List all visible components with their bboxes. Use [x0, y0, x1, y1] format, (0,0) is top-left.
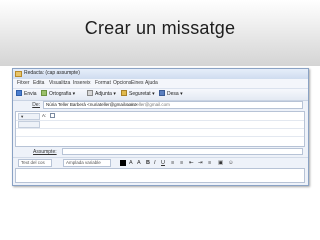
spelling-button[interactable]: Ortografia ▾ — [41, 90, 75, 99]
attach-button[interactable]: Adjunta ▾ — [87, 90, 116, 99]
align-icon[interactable]: ≡ — [208, 159, 211, 167]
spellcheck-icon — [41, 90, 47, 96]
paragraph-style-value: Text del cos — [21, 160, 45, 165]
slide-title-bar: Crear un missatge — [0, 0, 320, 66]
font-larger-button[interactable]: A — [137, 159, 141, 167]
from-account: nuriateller@gmail.com — [125, 102, 170, 107]
menu-file[interactable]: Fitxer — [17, 80, 30, 86]
compose-icon — [15, 71, 22, 77]
font-select[interactable]: Amplada variable — [63, 159, 111, 167]
emoticon-icon[interactable]: ☺ — [228, 159, 234, 167]
menu-view[interactable]: Visualitza — [49, 80, 70, 86]
paragraph-style-select[interactable]: Text del cos — [18, 159, 52, 167]
recipient-divider — [16, 128, 304, 129]
from-row: De: Núria Teller Barberà <nuriateller@gm… — [13, 101, 308, 110]
recipient-type-select-2[interactable] — [18, 121, 40, 128]
security-button[interactable]: Seguretat ▾ — [121, 90, 155, 99]
attach-label: Adjunta — [95, 91, 112, 97]
menu-insert[interactable]: Insereix — [73, 80, 91, 86]
main-toolbar: Envia Ortografia ▾ Adjunta ▾ Seguretat ▾… — [13, 89, 308, 101]
bullet-list-icon[interactable]: ≡ — [171, 159, 174, 167]
subject-label: Assumpte: — [33, 149, 57, 155]
compose-window: Redacta: (cap assumpte) Fitxer Edita Vis… — [12, 68, 309, 186]
outdent-icon[interactable]: ⇤ — [189, 159, 194, 167]
menu-help[interactable]: Ajuda — [145, 80, 158, 86]
window-titlebar: Redacta: (cap assumpte) — [13, 69, 308, 79]
spelling-label: Ortografia — [49, 91, 72, 97]
menu-edit[interactable]: Edita — [33, 80, 44, 86]
save-button[interactable]: Desa ▾ — [159, 90, 183, 99]
recipients-area[interactable]: ▾ A: — [15, 111, 305, 147]
menu-bar: Fitxer Edita Visualitza Insereix Format … — [13, 79, 308, 89]
subject-row: Assumpte: — [13, 148, 308, 156]
message-body[interactable] — [15, 168, 305, 183]
subject-input[interactable] — [62, 148, 303, 155]
send-button[interactable]: Envia — [16, 90, 37, 99]
menu-tools[interactable]: Eines — [131, 80, 144, 86]
recipient-type-select[interactable]: ▾ — [18, 113, 40, 120]
font-value: Amplada variable — [66, 160, 101, 165]
underline-button[interactable]: U — [161, 159, 165, 167]
menu-format[interactable]: Format — [95, 80, 111, 86]
lock-icon — [121, 90, 127, 96]
italic-button[interactable]: I — [154, 159, 156, 167]
text-color-swatch[interactable] — [120, 160, 126, 166]
indent-icon[interactable]: ⇥ — [198, 159, 203, 167]
from-value: Núria Teller Barberà <nuriateller@gmail.… — [46, 102, 138, 107]
send-icon — [16, 90, 22, 96]
format-toolbar: Text del cos Amplada variable A A B I U … — [13, 157, 308, 168]
bold-button[interactable]: B — [146, 159, 150, 167]
recipient-divider — [16, 120, 304, 121]
window-title: Redacta: (cap assumpte) — [24, 70, 80, 76]
numbered-list-icon[interactable]: ≡ — [180, 159, 183, 167]
from-label: De: — [32, 102, 40, 108]
slide-title: Crear un missatge — [84, 18, 236, 38]
paperclip-icon — [87, 90, 93, 96]
menu-options[interactable]: Opcions — [113, 80, 131, 86]
recipient-type-label: A: — [42, 113, 47, 118]
save-icon — [159, 90, 165, 96]
send-label: Envia — [24, 91, 37, 97]
security-label: Seguretat — [129, 91, 151, 97]
recipient-divider — [16, 136, 304, 137]
font-smaller-button[interactable]: A — [129, 159, 133, 167]
address-book-icon — [50, 113, 55, 118]
insert-icon[interactable]: ▣ — [218, 159, 223, 167]
save-label: Desa — [167, 91, 179, 97]
